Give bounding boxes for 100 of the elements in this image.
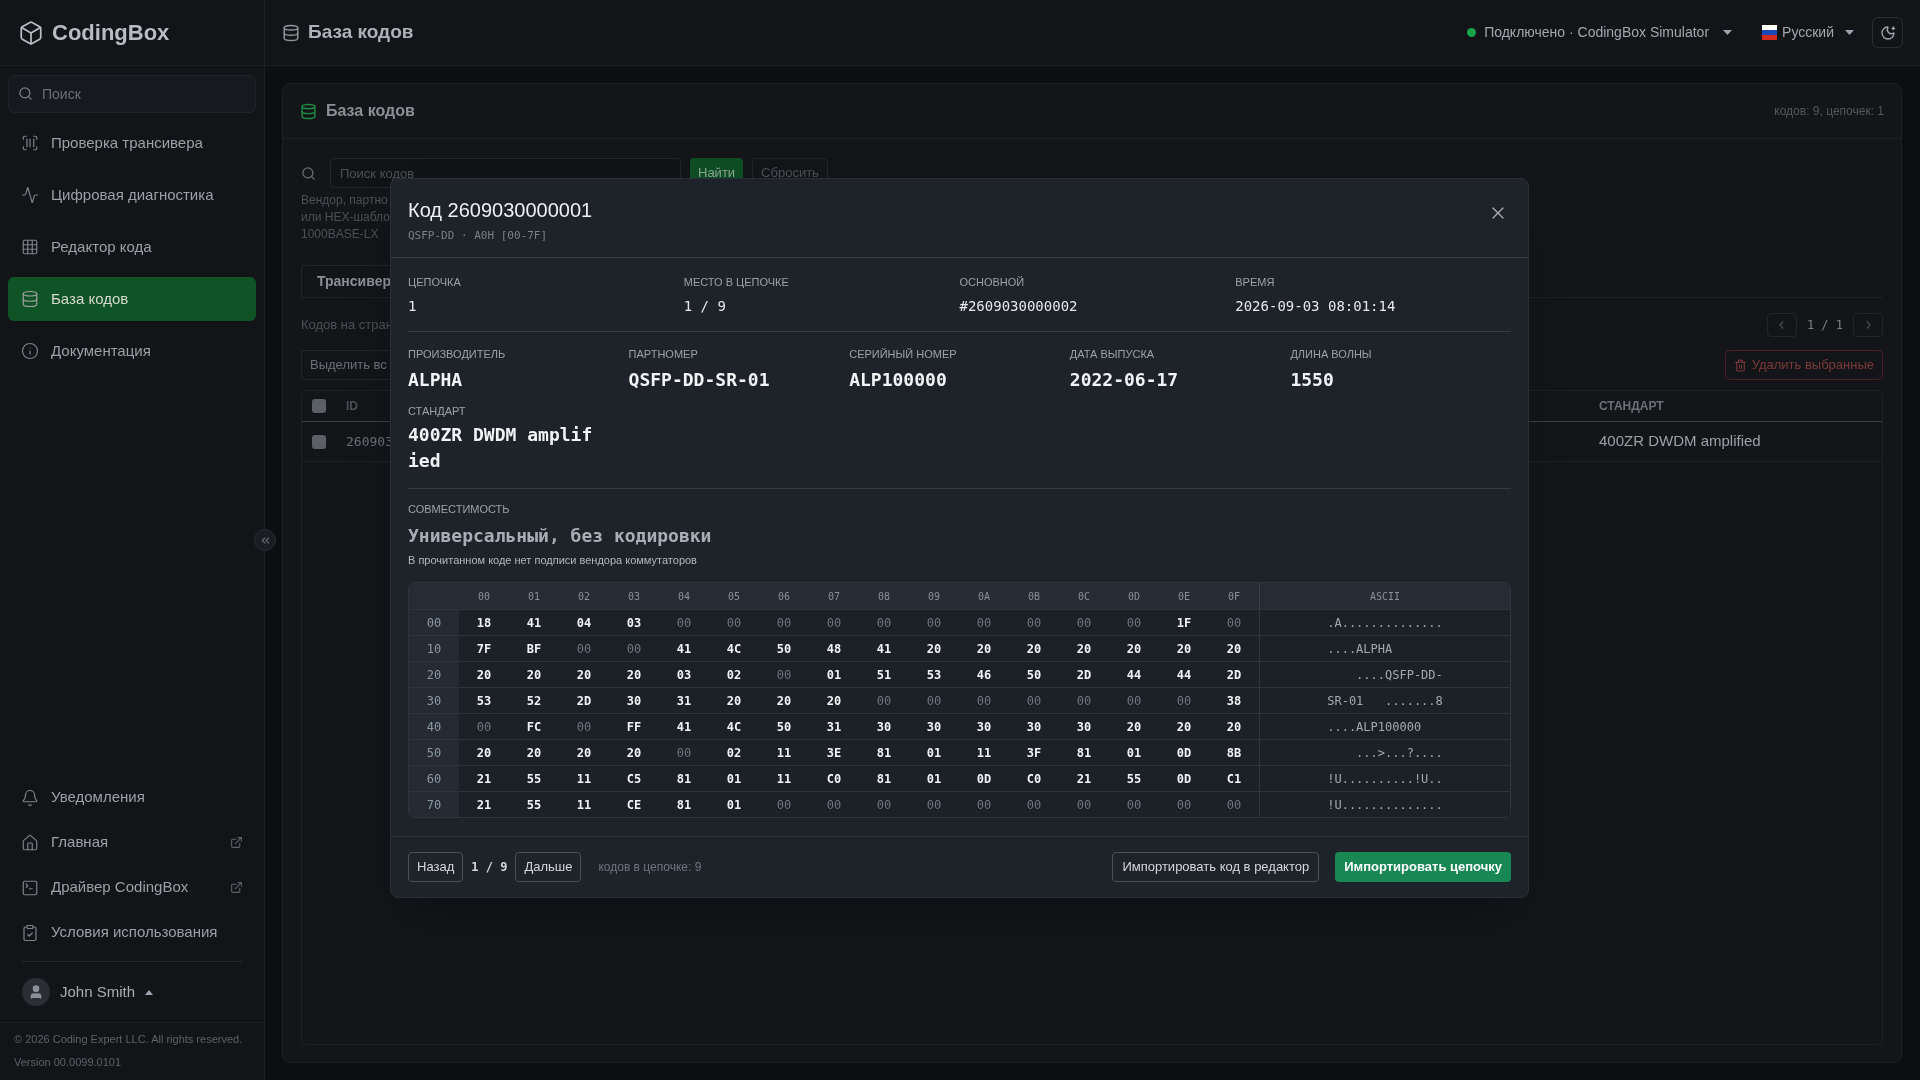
database-icon	[282, 23, 300, 42]
byte-cell-text: 30	[1025, 718, 1043, 736]
byte-cell-text: 00	[1175, 692, 1193, 710]
byte-cell-text: 00	[675, 614, 693, 632]
byte-cell-text: 20	[975, 640, 993, 658]
byte-cell-text: 51	[875, 666, 893, 684]
field-label: ДАТА ВЫПУСКА	[1069, 347, 1155, 362]
dialog-title: Код 2609030000001	[408, 198, 593, 223]
byte-cell-text: 2D	[575, 692, 593, 710]
byte-cell-text: 21	[1075, 770, 1093, 788]
byte-cell-text: 00	[1225, 614, 1243, 632]
byte-cell-text: 81	[875, 744, 893, 762]
byte-cell-text: 11	[575, 770, 593, 788]
sidebar-item[interactable]: База кодов	[8, 277, 256, 321]
hint-text: 1000BASE-LX	[301, 226, 379, 243]
sidebar-item[interactable]: Редактор кода	[8, 225, 256, 269]
byte-cell-text: 03	[675, 666, 693, 684]
version-text: Version 00.0099.0101	[14, 1054, 123, 1070]
byte-cell-text: 00	[675, 744, 693, 762]
byte-cell-text: 01	[725, 770, 743, 788]
clipboard-icon	[21, 923, 39, 942]
field-value: ALPHA	[408, 367, 463, 392]
column-header: 04	[676, 589, 691, 604]
theme-toggle-button[interactable]	[1872, 17, 1903, 48]
byte-cell-text: 81	[675, 770, 693, 788]
byte-cell-text: 55	[1125, 770, 1143, 788]
row-offset: 40	[409, 714, 459, 739]
sidebar-item[interactable]: Документация	[8, 329, 256, 373]
byte-cell-text: 20	[1075, 640, 1093, 658]
import-chain-button[interactable]: Импортировать цепочку	[1335, 852, 1511, 882]
byte-cell-text: C1	[1225, 770, 1243, 788]
column-header: 0A	[976, 589, 991, 604]
byte-cell-text: C0	[1025, 770, 1043, 788]
byte-cell-text: 00	[875, 796, 893, 814]
byte-cell-text: 48	[825, 640, 843, 658]
column-header: 0D	[1126, 589, 1141, 604]
column-header: 03	[626, 589, 641, 604]
page-indicator: 1 / 1	[1806, 317, 1843, 334]
back-button[interactable]: Назад	[408, 852, 464, 882]
byte-cell-text: BF	[525, 640, 543, 658]
field-label: ОСНОВНОЙ	[959, 274, 1025, 290]
column-header: СТАНДАРТ	[1599, 398, 1664, 415]
byte-cell-text: 7F	[475, 640, 493, 658]
field-value: 2026-09-03 08:01:14	[1235, 297, 1396, 316]
panel-title: База кодов	[326, 101, 415, 121]
sidebar-link[interactable]: Условия использования	[8, 912, 256, 953]
column-header: 02	[576, 589, 591, 604]
field-value: 2022-06-17	[1069, 367, 1179, 392]
byte-cell-text: 2D	[1075, 666, 1093, 684]
sidebar-item[interactable]: Проверка трансивера	[8, 121, 256, 165]
database-icon	[21, 290, 39, 308]
user-name-button[interactable]: John Smith	[60, 980, 136, 1004]
byte-cell-text: 0D	[1175, 744, 1193, 762]
sidebar-link[interactable]: Главная	[8, 822, 256, 863]
flag-icon	[1762, 25, 1778, 40]
field-value: #2609030000002	[959, 297, 1078, 316]
byte-cell-text: 00	[725, 614, 743, 632]
trash-icon	[1733, 358, 1747, 372]
byte-cell-text: 00	[1075, 614, 1093, 632]
column-header: 0B	[1026, 589, 1041, 604]
byte-cell-text: 41	[875, 640, 893, 658]
field-label: ВРЕМЯ	[1235, 274, 1275, 290]
field-value: QSFP-DD-SR-01	[628, 367, 770, 392]
byte-cell-text: 00	[825, 796, 843, 814]
sidebar-item[interactable]: Цифровая диагностика	[8, 173, 256, 217]
hint-text: или HEX-шабло	[301, 209, 390, 226]
column-header: 00	[476, 589, 491, 604]
sidebar-link[interactable]: Уведомления	[8, 777, 256, 818]
next-button[interactable]: Дальше	[515, 852, 582, 882]
byte-cell-text: CE	[625, 796, 643, 814]
copyright-text: © 2026 Coding Expert LLC. All rights reserved.	[14, 1032, 244, 1047]
user-avatar-icon	[22, 978, 50, 1006]
byte-cell-text: 00	[925, 614, 943, 632]
byte-cell-text: 50	[775, 718, 793, 736]
collapse-sidebar-button[interactable]	[254, 529, 276, 551]
sidebar-link[interactable]: Драйвер CodingBox	[8, 867, 256, 908]
language-dropdown[interactable]: Русский	[1762, 22, 1854, 43]
chevron-right-icon	[1865, 321, 1871, 329]
column-header: 09	[926, 589, 941, 604]
byte-cell-text: 31	[675, 692, 693, 710]
byte-cell-text: 20	[775, 692, 793, 710]
sidebar-search-field[interactable]: Поиск	[8, 75, 256, 113]
byte-cell-text: 01	[825, 666, 843, 684]
column-header: 06	[776, 589, 791, 604]
search-icon	[301, 165, 316, 181]
byte-cell-text: 00	[975, 692, 993, 710]
import-code-button[interactable]: Импортировать код в редактор	[1112, 852, 1320, 882]
chain-position: 1 / 9	[471, 859, 508, 876]
field-value: ALP100000	[849, 367, 947, 392]
byte-cell-text: 30	[975, 718, 993, 736]
column-header: 07	[826, 589, 841, 604]
row-offset: 20	[409, 662, 459, 687]
byte-cell-text: 20	[1175, 718, 1193, 736]
app-logo-text: CodingBox	[52, 19, 170, 47]
checkbox[interactable]	[312, 434, 326, 449]
connection-dropdown[interactable]: Подключено · CodingBox Simulator	[1467, 22, 1733, 43]
terminal-icon	[21, 878, 39, 897]
byte-cell-text: 20	[575, 744, 593, 762]
checkbox[interactable]	[312, 399, 326, 413]
house-icon	[21, 833, 39, 852]
